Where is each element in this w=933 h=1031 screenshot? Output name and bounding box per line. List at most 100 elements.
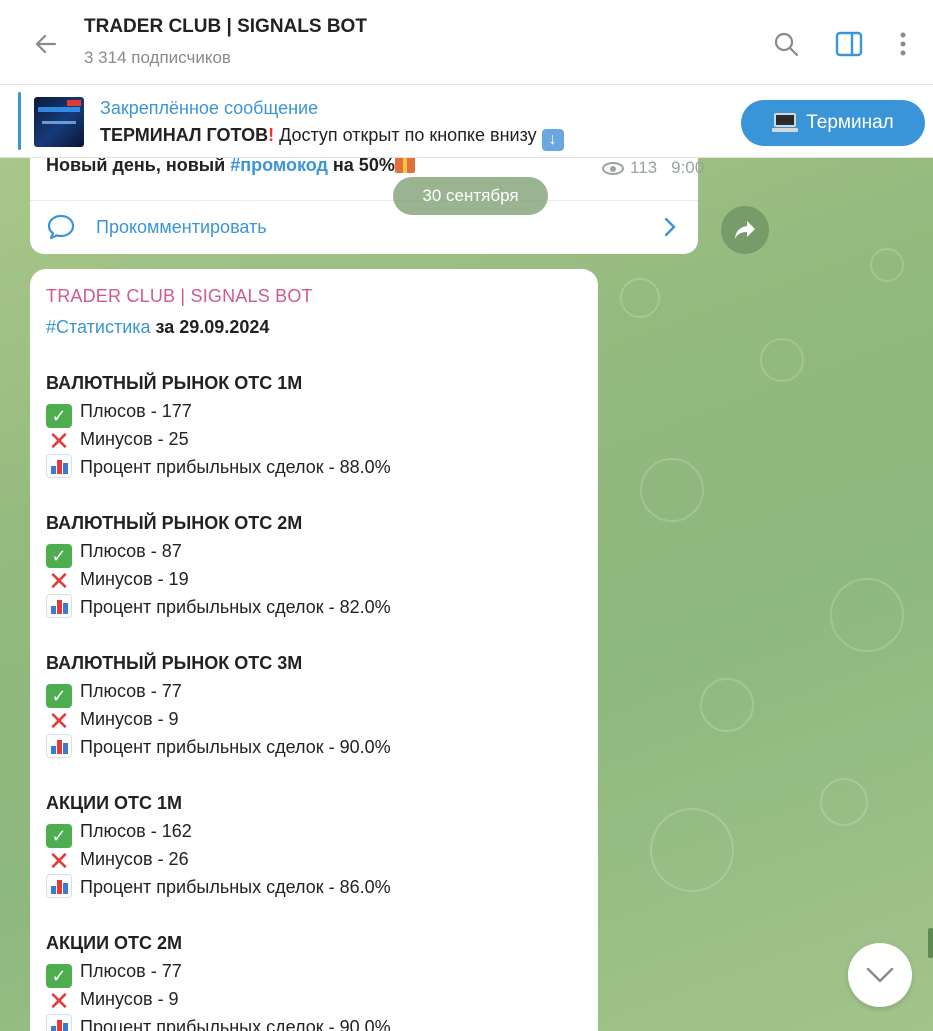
percent-line: Процент прибыльных сделок - 90.0% bbox=[46, 1013, 586, 1031]
percent-line: Процент прибыльных сделок - 86.0% bbox=[46, 873, 586, 901]
search-icon bbox=[774, 32, 799, 57]
date-separator: 30 сентября bbox=[393, 177, 548, 215]
section-title: АКЦИИ ОТС 1M bbox=[46, 793, 183, 813]
pinned-label: Закреплённое сообщение bbox=[100, 98, 319, 118]
sidebar-toggle-icon bbox=[835, 31, 863, 57]
minus-text: Минусов - 26 bbox=[80, 849, 189, 869]
chat-area[interactable]: Новый день, новый #промокод на 50% 113 9… bbox=[0, 158, 933, 1031]
scrollbar[interactable] bbox=[928, 928, 933, 958]
plus-text: Плюсов - 87 bbox=[80, 541, 182, 561]
message-time: 9:00 bbox=[671, 158, 705, 177]
stats-header-line: #Статистика за 29.09.2024 bbox=[46, 313, 586, 341]
percent-text: Процент прибыльных сделок - 86.0% bbox=[80, 877, 391, 897]
minus-text: Минусов - 19 bbox=[80, 569, 189, 589]
pinned-thumbnail bbox=[34, 97, 84, 147]
percent-text: Процент прибыльных сделок - 82.0% bbox=[80, 597, 391, 617]
plus-line: ✓ Плюсов - 77 bbox=[46, 957, 586, 988]
percent-text: Процент прибыльных сделок - 90.0% bbox=[80, 737, 391, 757]
prev-text-start: Новый день, новый bbox=[46, 158, 231, 175]
bar-chart-icon bbox=[46, 874, 72, 898]
comment-label: Прокомментировать bbox=[96, 217, 267, 237]
cross-mark-icon: ✕ bbox=[48, 566, 70, 596]
share-arrow-icon bbox=[735, 221, 755, 239]
scroll-down-button[interactable] bbox=[848, 943, 912, 1007]
pinned-text-rest: Доступ открыт по кнопке внизу bbox=[274, 125, 542, 145]
search-button[interactable] bbox=[766, 24, 806, 64]
minus-line: ✕ Минусов - 9 bbox=[46, 985, 586, 1016]
percent-line: Процент прибыльных сделок - 82.0% bbox=[46, 593, 586, 621]
minus-line: ✕ Минусов - 19 bbox=[46, 565, 586, 596]
arrow-down-icon: ↓ bbox=[541, 129, 564, 151]
promo-hashtag[interactable]: #промокод bbox=[230, 158, 328, 175]
back-button[interactable] bbox=[26, 24, 66, 64]
pinned-text: ТЕРМИНАЛ ГОТОВ! Доступ открыт по кнопке … bbox=[100, 125, 564, 151]
statistics-message[interactable]: TRADER CLUB | SIGNALS BOT #Статистика за… bbox=[30, 269, 598, 1031]
doodle-icon bbox=[620, 278, 660, 318]
sidebar-toggle-button[interactable] bbox=[829, 24, 869, 64]
doodle-icon bbox=[760, 338, 804, 382]
section-title: АКЦИИ ОТС 2M bbox=[46, 933, 183, 953]
terminal-button[interactable]: Терминал bbox=[741, 100, 925, 146]
chevron-down-icon bbox=[866, 967, 894, 983]
computer-icon bbox=[772, 113, 799, 133]
bar-chart-icon bbox=[46, 1014, 72, 1031]
chevron-right-icon bbox=[664, 217, 676, 237]
stats-date: за 29.09.2024 bbox=[150, 317, 270, 337]
view-count: 113 bbox=[630, 158, 658, 177]
gift-icon bbox=[394, 158, 415, 173]
channel-title[interactable]: TRADER CLUB | SIGNALS BOT bbox=[84, 16, 367, 38]
more-vertical-icon bbox=[900, 32, 906, 56]
doodle-icon bbox=[830, 578, 904, 652]
doodle-icon bbox=[700, 678, 754, 732]
previous-message-text: Новый день, новый #промокод на 50% bbox=[46, 158, 415, 176]
minus-line: ✕ Минусов - 9 bbox=[46, 705, 586, 736]
percent-line: Процент прибыльных сделок - 90.0% bbox=[46, 733, 586, 761]
doodle-icon bbox=[650, 808, 734, 892]
terminal-button-label: Терминал bbox=[806, 112, 894, 133]
arrow-left-icon bbox=[35, 34, 57, 54]
doodle-icon bbox=[640, 458, 704, 522]
percent-text: Процент прибыльных сделок - 88.0% bbox=[80, 457, 391, 477]
plus-line: ✓ Плюсов - 177 bbox=[46, 397, 586, 428]
percent-text: Процент прибыльных сделок - 90.0% bbox=[80, 1017, 391, 1031]
plus-line: ✓ Плюсов - 87 bbox=[46, 537, 586, 568]
plus-line: ✓ Плюсов - 162 bbox=[46, 817, 586, 848]
subscriber-count: 3 314 подписчиков bbox=[84, 48, 231, 67]
previous-message[interactable]: Новый день, новый #промокод на 50% 113 9… bbox=[30, 158, 704, 254]
section-title: ВАЛЮТНЫЙ РЫНОК ОТС 3M bbox=[46, 653, 303, 673]
cross-mark-icon: ✕ bbox=[48, 986, 70, 1016]
comment-button[interactable]: Прокомментировать bbox=[30, 200, 698, 254]
message-meta: 113 9:00 bbox=[602, 158, 704, 178]
minus-text: Минусов - 9 bbox=[80, 989, 179, 1009]
plus-text: Плюсов - 77 bbox=[80, 681, 182, 701]
cross-mark-icon: ✕ bbox=[48, 846, 70, 876]
plus-text: Плюсов - 77 bbox=[80, 961, 182, 981]
minus-line: ✕ Минусов - 26 bbox=[46, 845, 586, 876]
chat-header: TRADER CLUB | SIGNALS BOT 3 314 подписчи… bbox=[0, 0, 933, 85]
message-sender[interactable]: TRADER CLUB | SIGNALS BOT bbox=[46, 286, 313, 307]
section-title: ВАЛЮТНЫЙ РЫНОК ОТС 1M bbox=[46, 373, 303, 393]
section-title: ВАЛЮТНЫЙ РЫНОК ОТС 2M bbox=[46, 513, 303, 533]
prev-text-end: на 50% bbox=[327, 158, 395, 175]
minus-line: ✕ Минусов - 25 bbox=[46, 425, 586, 456]
comment-bubble-icon bbox=[47, 214, 75, 240]
doodle-icon bbox=[820, 778, 868, 826]
percent-line: Процент прибыльных сделок - 88.0% bbox=[46, 453, 586, 481]
pinned-text-bold: ТЕРМИНАЛ ГОТОВ bbox=[100, 125, 269, 145]
more-options-button[interactable] bbox=[883, 24, 923, 64]
pinned-indicator bbox=[18, 92, 21, 150]
eye-icon bbox=[602, 161, 624, 175]
bar-chart-icon bbox=[46, 454, 72, 478]
stats-sections: ВАЛЮТНЫЙ РЫНОК ОТС 1M ✓ Плюсов - 177 ✕ Минус… bbox=[46, 341, 586, 1031]
minus-text: Минусов - 9 bbox=[80, 709, 179, 729]
cross-mark-icon: ✕ bbox=[48, 426, 70, 456]
message-body: #Статистика за 29.09.2024 ВАЛЮТНЫЙ РЫНОК… bbox=[46, 313, 586, 1031]
doodle-icon bbox=[870, 248, 904, 282]
cross-mark-icon: ✕ bbox=[48, 706, 70, 736]
stats-hashtag[interactable]: #Статистика bbox=[46, 317, 151, 337]
forward-button[interactable] bbox=[721, 206, 769, 254]
